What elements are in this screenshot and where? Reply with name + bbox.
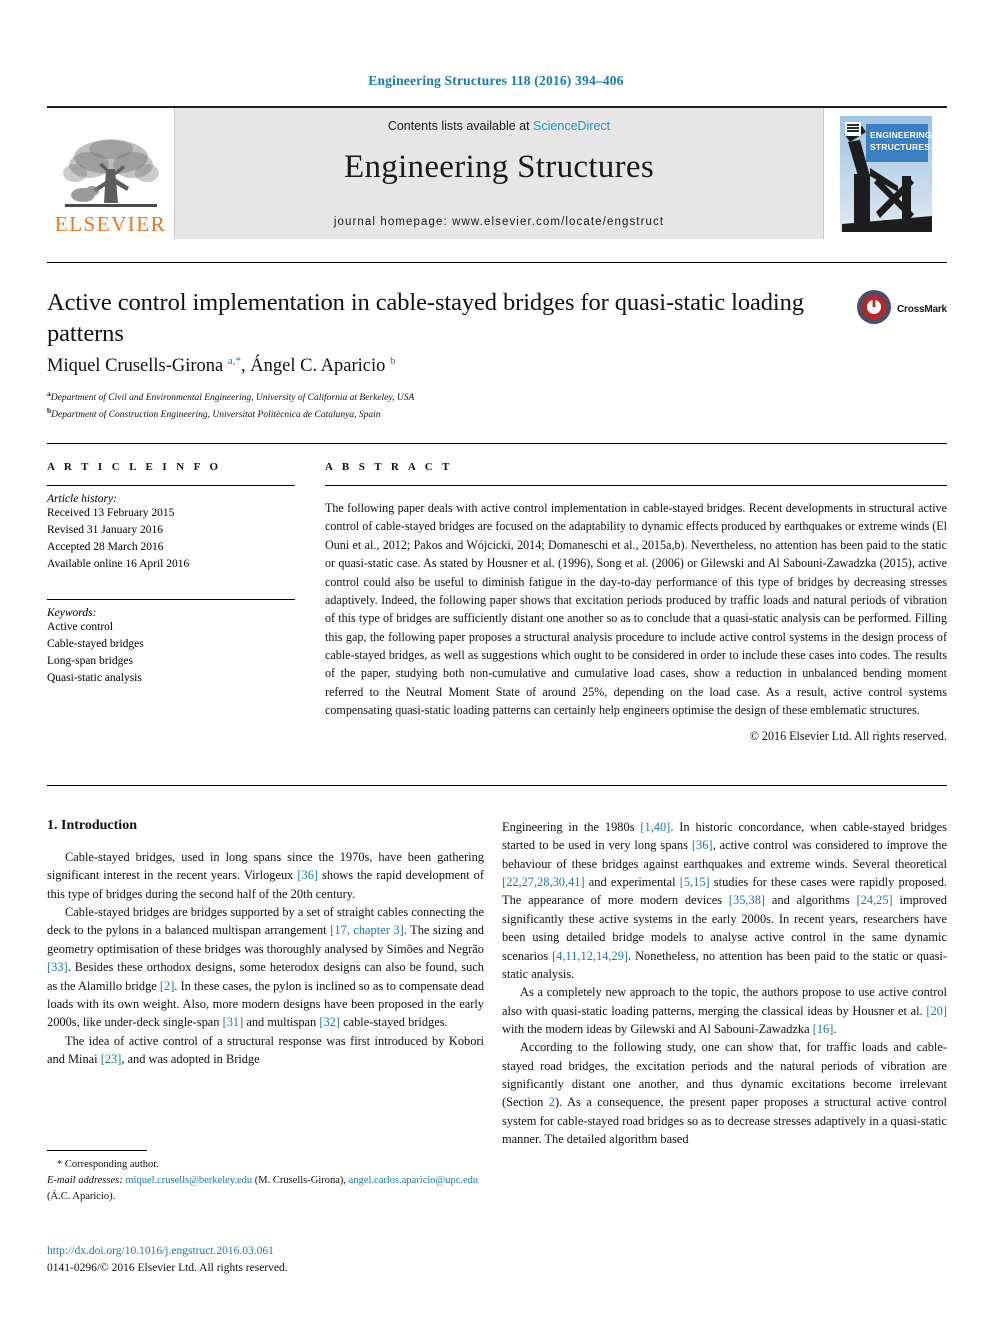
affiliations: aDepartment of Civil and Environmental E… — [47, 388, 847, 422]
abstract-copyright: © 2016 Elsevier Ltd. All rights reserved… — [749, 728, 947, 743]
elsevier-tree-icon — [59, 135, 163, 213]
corresponding-author-note: * Corresponding author. — [57, 1159, 159, 1170]
journal-banner: ELSEVIER Contents lists available at Sci… — [47, 106, 947, 239]
body-paragraph: Engineering in the 1980s [1,40]. In hist… — [502, 820, 948, 981]
article-history-item: Available online 16 April 2016 — [47, 558, 190, 571]
affiliation-b: bDepartment of Construction Engineering,… — [47, 405, 847, 422]
footnote-divider — [47, 1150, 147, 1151]
keywords-rule — [47, 599, 295, 601]
abstract-bottom-divider — [47, 785, 947, 786]
issn-copyright-line: 0141-0296/© 2016 Elsevier Ltd. All right… — [47, 1262, 288, 1275]
article-history-label: Article history: — [47, 493, 117, 505]
author-list: Miquel Crusells-Girona a,*, Ángel C. Apa… — [47, 355, 396, 377]
crossmark-label: CrossMark — [897, 303, 947, 315]
doi-link[interactable]: http://dx.doi.org/10.1016/j.engstruct.20… — [47, 1243, 484, 1260]
right-paragraphs: Engineering in the 1980s [1,40]. In hist… — [502, 818, 947, 1148]
body-paragraph: The idea of active control of a structur… — [47, 1033, 484, 1066]
keyword-item: Cable-stayed bridges — [47, 638, 144, 651]
email-link-1[interactable]: miquel.crusells@berkeley.edu — [125, 1175, 252, 1186]
body-paragraph: According to the following study, one ca… — [502, 1040, 947, 1147]
article-history-item: Revised 31 January 2016 — [47, 524, 163, 537]
crossmark-badge[interactable]: CrossMark — [856, 285, 948, 333]
email-owner-1: (M. Crusells-Girona), — [254, 1174, 347, 1186]
journal-cover-thumbnail[interactable]: ENGINEERING STRUCTURES — [823, 108, 947, 239]
affiliation-b-text: Department of Construction Engineering, … — [51, 410, 381, 421]
elsevier-wordmark: ELSEVIER — [54, 212, 167, 236]
article-history-item: Received 13 February 2015 — [47, 507, 175, 519]
page-title: Active control implementation in cable-s… — [47, 289, 804, 347]
body-paragraph: As a completely new approach to the topi… — [502, 985, 947, 1036]
journal-title: Engineering Structures — [344, 149, 654, 185]
email-addresses-label: E-mail addresses: — [47, 1174, 123, 1186]
left-paragraphs: Cable-stayed bridges, used in long spans… — [47, 848, 484, 1068]
elsevier-logo: ELSEVIER — [47, 108, 175, 239]
banner-center: Contents lists available at ScienceDirec… — [175, 108, 823, 239]
keyword-item: Quasi-static analysis — [47, 672, 142, 685]
body-paragraph: Cable-stayed bridges are bridges support… — [47, 905, 485, 1030]
crossmark-badge-icon — [856, 289, 892, 330]
keyword-item: Active control — [47, 621, 114, 634]
contents-available-line: Contents lists available at ScienceDirec… — [388, 119, 610, 133]
title-divider — [47, 262, 947, 263]
keywords-block: Keywords: Active control Cable-stayed bri… — [47, 599, 295, 687]
journal-article-first-page: Engineering Structures 118 (2016) 394–40… — [0, 0, 992, 1323]
contents-prefix: Contents lists available at — [387, 119, 534, 133]
body-paragraph: Cable-stayed bridges, used in long spans… — [47, 850, 484, 901]
sciencedirect-link[interactable]: ScienceDirect — [533, 119, 610, 133]
section-heading-introduction: 1. Introduction — [47, 818, 137, 833]
svg-text:STRUCTURES: STRUCTURES — [870, 142, 930, 152]
info-divider — [47, 443, 947, 444]
affiliation-a: aDepartment of Civil and Environmental E… — [47, 388, 847, 405]
abstract-text: The following paper deals with active co… — [325, 501, 947, 718]
keywords-list: Active control Cable-stayed bridges Long-s… — [47, 619, 295, 687]
keyword-item: Long-span bridges — [47, 655, 133, 668]
affiliation-a-text: Department of Civil and Environmental En… — [50, 393, 415, 404]
article-history-list: Received 13 February 2015 Revised 31 Janu… — [47, 505, 295, 573]
abstract-heading: A B S T R A C T — [325, 461, 453, 473]
article-info-rule — [47, 485, 295, 486]
running-head: Engineering Structures 118 (2016) 394–40… — [368, 73, 624, 88]
article-history-item: Accepted 28 March 2016 — [47, 541, 164, 554]
email-owner-2: (Á.C. Aparicio). — [47, 1190, 116, 1202]
abstract-column: A B S T R A C T The following paper deal… — [325, 461, 947, 744]
abstract-rule — [325, 485, 947, 486]
footnote-block: * Corresponding author. E-mail addresses… — [47, 1157, 484, 1204]
body-column-left: 1. Introduction Cable-stayed bridges, us… — [47, 818, 484, 1068]
journal-homepage-link[interactable]: journal homepage: www.elsevier.com/locat… — [334, 216, 664, 228]
body-column-right: Engineering in the 1980s [1,40]. In hist… — [502, 818, 947, 1148]
article-info-heading: A R T I C L E I N F O — [47, 461, 222, 473]
email-note: E-mail addresses: miquel.crusells@berkel… — [47, 1173, 484, 1205]
keywords-label: Keywords: — [47, 607, 97, 620]
article-info-column: A R T I C L E I N F O Article history: R… — [47, 461, 295, 687]
imprint-block: http://dx.doi.org/10.1016/j.engstruct.20… — [47, 1243, 484, 1278]
svg-text:ENGINEERING: ENGINEERING — [870, 130, 932, 140]
email-link-2[interactable]: angel.carlos.aparicio@upc.edu — [349, 1175, 479, 1186]
